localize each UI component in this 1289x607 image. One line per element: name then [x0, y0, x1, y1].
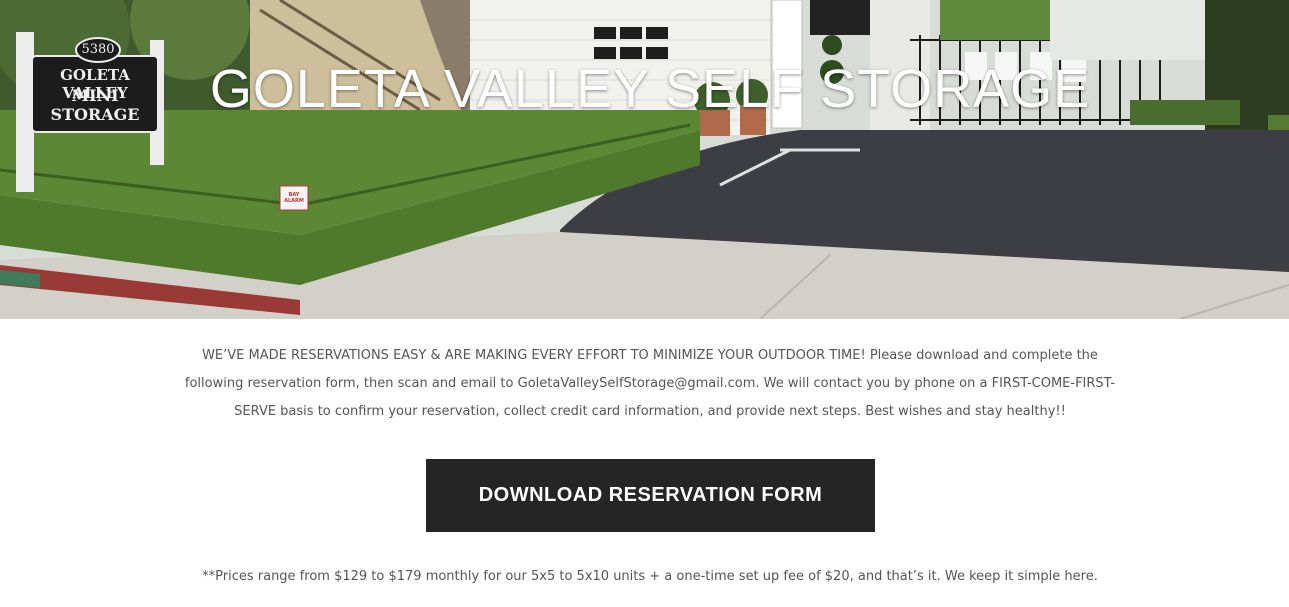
prices-note: **Prices range from $129 to $179 monthly…: [202, 569, 1098, 584]
hero-banner: 5380 GOLETA VALLEY MINI STORAGE BAY ALAR…: [0, 0, 1289, 319]
page-title: GOLETA VALLEY SELF STORAGE: [209, 59, 1091, 119]
download-reservation-form-button[interactable]: DOWNLOAD RESERVATION FORM: [426, 459, 875, 532]
sign-number: 5380: [81, 42, 115, 57]
contact-email: GoletaValleySelfStorage@gmail.com: [517, 376, 756, 391]
reservation-intro: WE’VE MADE RESERVATIONS EASY & ARE MAKIN…: [180, 342, 1120, 426]
alarm-sign: BAY ALARM: [284, 192, 304, 204]
hero-photo: [0, 0, 1289, 319]
